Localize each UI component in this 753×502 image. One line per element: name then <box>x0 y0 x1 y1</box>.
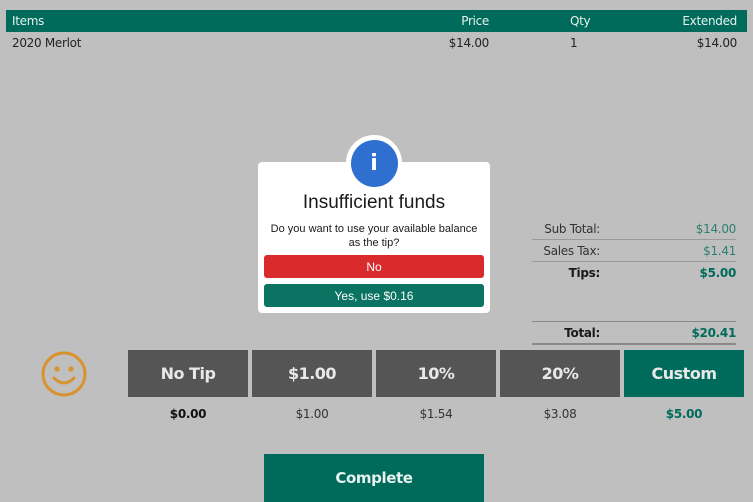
tips-row: Tips: $5.00 <box>532 262 737 292</box>
item-name: 2020 Merlot <box>12 36 82 50</box>
no-button[interactable]: No <box>264 255 484 278</box>
sub-total-row: Sub Total: $14.00 <box>532 218 736 240</box>
dialog-message: Do you want to use your available balanc… <box>270 223 478 249</box>
tips-value: $5.00 <box>699 266 737 280</box>
info-badge: i <box>346 135 402 191</box>
tip-amount-custom: $5.00 <box>665 407 703 421</box>
table-header: Items Price Qty Extended <box>6 10 747 32</box>
info-icon: i <box>350 139 398 187</box>
tip-amount-1-dollar: $1.00 <box>295 407 329 421</box>
header-price: Price <box>461 14 489 28</box>
sales-tax-value: $1.41 <box>703 244 736 258</box>
table-row[interactable]: 2020 Merlot $14.00 1 $14.00 <box>6 32 747 54</box>
item-extended: $14.00 <box>696 36 738 50</box>
item-qty: 1 <box>570 36 578 50</box>
smiley-icon <box>41 351 87 397</box>
dialog-title: Insufficient funds <box>302 192 446 213</box>
sales-tax-label: Sales Tax: <box>543 244 600 258</box>
total-label: Total: <box>564 326 600 340</box>
tip-option-1-dollar-button[interactable]: $1.00 <box>252 350 372 397</box>
tip-option-custom-button[interactable]: Custom <box>624 350 744 397</box>
header-extended: Extended <box>682 14 737 28</box>
header-qty: Qty <box>570 14 591 28</box>
tip-amount-no-tip: $0.00 <box>169 407 207 421</box>
sub-total-value: $14.00 <box>695 222 737 236</box>
item-price: $14.00 <box>448 36 490 50</box>
yes-use-balance-button[interactable]: Yes, use $0.16 <box>264 284 484 307</box>
totals-panel: Sub Total: $14.00 Sales Tax: $1.41 Tips:… <box>532 218 736 345</box>
sub-total-label: Sub Total: <box>544 222 600 236</box>
tip-option-no-tip-button[interactable]: No Tip <box>128 350 248 397</box>
tip-option-10-percent-button[interactable]: 10% <box>376 350 496 397</box>
tip-amount-10-percent: $1.54 <box>419 407 453 421</box>
tip-amount-20-percent: $3.08 <box>543 407 577 421</box>
total-value: $20.41 <box>691 326 736 340</box>
header-items: Items <box>12 14 45 28</box>
tips-label: Tips: <box>568 266 601 280</box>
tip-option-20-percent-button[interactable]: 20% <box>500 350 620 397</box>
complete-button[interactable]: Complete <box>264 454 484 502</box>
total-row: Total: $20.41 <box>532 321 736 345</box>
sales-tax-row: Sales Tax: $1.41 <box>532 240 736 262</box>
